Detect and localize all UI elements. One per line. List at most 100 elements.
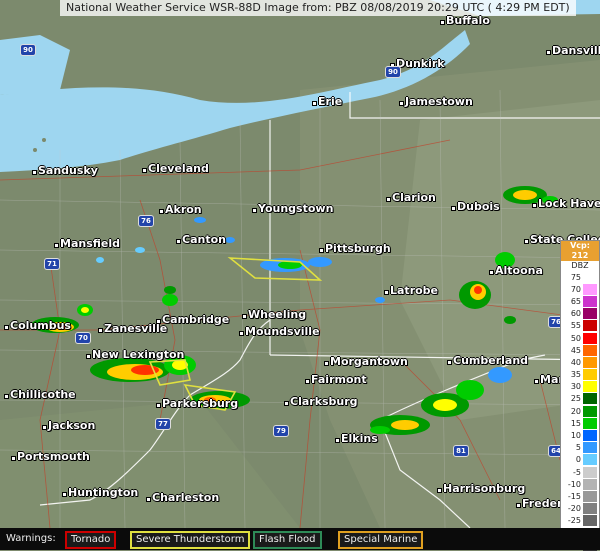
radar-title: National Weather Service WSR-88D Image f… (60, 0, 576, 16)
city-dunkirk: Dunkirk (390, 57, 445, 70)
highway-shield-i70: 70 (75, 332, 91, 344)
city-cambridge: Cambridge (155, 313, 230, 326)
legend-step: 15 (561, 417, 599, 429)
legend-step-label: 35 (570, 370, 581, 380)
legend-step-swatch (583, 430, 597, 442)
legend-step: 10 (561, 429, 599, 442)
legend-step: -10 (561, 478, 599, 490)
legend-step-label: -10 (567, 479, 581, 489)
legend-step-label: 30 (570, 382, 581, 392)
city-charleston: Charleston (145, 491, 220, 504)
legend-step-swatch (583, 466, 597, 478)
city-latrobe: Latrobe (383, 284, 439, 297)
legend-step-label: 25 (570, 394, 581, 404)
legend-step-label: 60 (570, 309, 581, 319)
dbz-unit: DBZ (571, 261, 589, 270)
highway-shield-i76: 76 (138, 215, 154, 227)
legend-step: 0 (561, 454, 599, 466)
legend-step-label: 55 (570, 321, 581, 331)
legend-step-label: 10 (570, 431, 581, 441)
legend-step-label: 15 (570, 418, 581, 428)
city-dansville: Dansville (546, 44, 600, 57)
city-fairmont: Fairmont (305, 373, 367, 386)
color-scale: 75 70 65 60 55 50 45 40 35 30 25 20 15 10 5 0 -5 -10 -15 -2… (561, 271, 599, 551)
highway-shield-i90: 90 (385, 66, 401, 78)
city-portsmouth: Portsmouth (11, 450, 90, 463)
legend-step-swatch (583, 515, 597, 527)
legend-step-swatch (583, 454, 597, 466)
city-chillicothe: Chillicothe (4, 388, 76, 401)
legend-step-swatch (583, 344, 597, 356)
legend-step-label: 65 (570, 296, 581, 306)
highway-shield-i79: 79 (273, 425, 289, 437)
warnings-bar: Warnings: Tornado Severe Thunderstorm Fl… (0, 528, 600, 550)
legend-step-swatch (583, 369, 597, 381)
legend-step-label: -15 (567, 491, 581, 501)
city-pittsburgh: Pittsburgh (319, 242, 391, 255)
city-sandusky: Sandusky (32, 164, 98, 177)
city-morgantown: Morgantown (324, 355, 408, 368)
legend-step-swatch (583, 332, 597, 344)
legend-step: 45 (561, 344, 599, 356)
legend-step-swatch (583, 442, 597, 454)
legend-step-label: -5 (573, 467, 581, 477)
highway-shield-i81: 81 (453, 445, 469, 457)
legend-step-swatch (583, 283, 597, 295)
legend-step: -20 (561, 503, 599, 515)
legend-step-label: -20 (567, 504, 581, 514)
city-parkersburg: Parkersburg (155, 397, 239, 410)
city-cumberland: Cumberland (446, 354, 529, 367)
city-clarion: Clarion (386, 191, 436, 204)
legend-step: -25 (561, 515, 599, 527)
legend-step: 5 (561, 442, 599, 454)
legend-step: 70 (561, 283, 599, 295)
city-new-lexington: New Lexington (85, 348, 185, 361)
reflectivity-legend: Vcp: 212 DBZ 75 70 65 60 55 50 45 40 35 30 25 20 15 1… (560, 240, 600, 551)
city-wheeling: Wheeling (241, 308, 307, 321)
legend-step: 55 (561, 320, 599, 332)
legend-step: 60 (561, 308, 599, 320)
legend-step-label: 70 (570, 284, 581, 294)
city-jamestown: Jamestown (399, 95, 473, 108)
legend-step-label: -25 (567, 516, 581, 526)
legend-step: -15 (561, 490, 599, 502)
legend-step-swatch (583, 356, 597, 368)
legend-step-swatch (583, 478, 597, 490)
legend-step: 25 (561, 393, 599, 405)
legend-step: 65 (561, 295, 599, 307)
legend-step-label: 50 (570, 333, 581, 343)
city-altoona: Altoona (489, 264, 543, 277)
city-clarksburg: Clarksburg (284, 395, 358, 408)
legend-step: 50 (561, 332, 599, 344)
legend-step-swatch (583, 271, 597, 283)
city-cleveland: Cleveland (142, 162, 209, 175)
legend-step: 35 (561, 369, 599, 381)
city-harrisonburg: Harrisonburg (436, 482, 526, 495)
city-youngstown: Youngstown (251, 202, 334, 215)
warning-special-marine: Special Marine (338, 531, 424, 549)
legend-step-label: 75 (570, 272, 581, 282)
warning-tornado: Tornado (65, 531, 117, 549)
legend-step: 75 (561, 271, 599, 283)
legend-step-swatch (583, 417, 597, 429)
warning-flash-flood: Flash Flood (253, 531, 322, 549)
legend-step: 30 (561, 381, 599, 393)
vcp-label: Vcp: 212 (561, 241, 599, 261)
legend-step-label: 5 (575, 443, 581, 453)
legend-step-label: 45 (570, 345, 581, 355)
highway-shield-i90: 90 (20, 44, 36, 56)
city-akron: Akron (159, 203, 202, 216)
city-columbus: Columbus (4, 319, 71, 332)
highway-shield-i71: 71 (44, 258, 60, 270)
legend-step-label: 0 (575, 455, 581, 465)
highway-shield-i77: 77 (155, 418, 171, 430)
legend-step-swatch (583, 490, 597, 502)
legend-step-swatch (583, 405, 597, 417)
city-moundsville: Moundsville (239, 325, 320, 338)
legend-step-swatch (583, 295, 597, 307)
legend-step-swatch (583, 503, 597, 515)
legend-step-label: 40 (570, 357, 581, 367)
city-canton: Canton (176, 233, 226, 246)
city-jackson: Jackson (41, 419, 96, 432)
city-buffalo: Buffalo (440, 14, 490, 27)
